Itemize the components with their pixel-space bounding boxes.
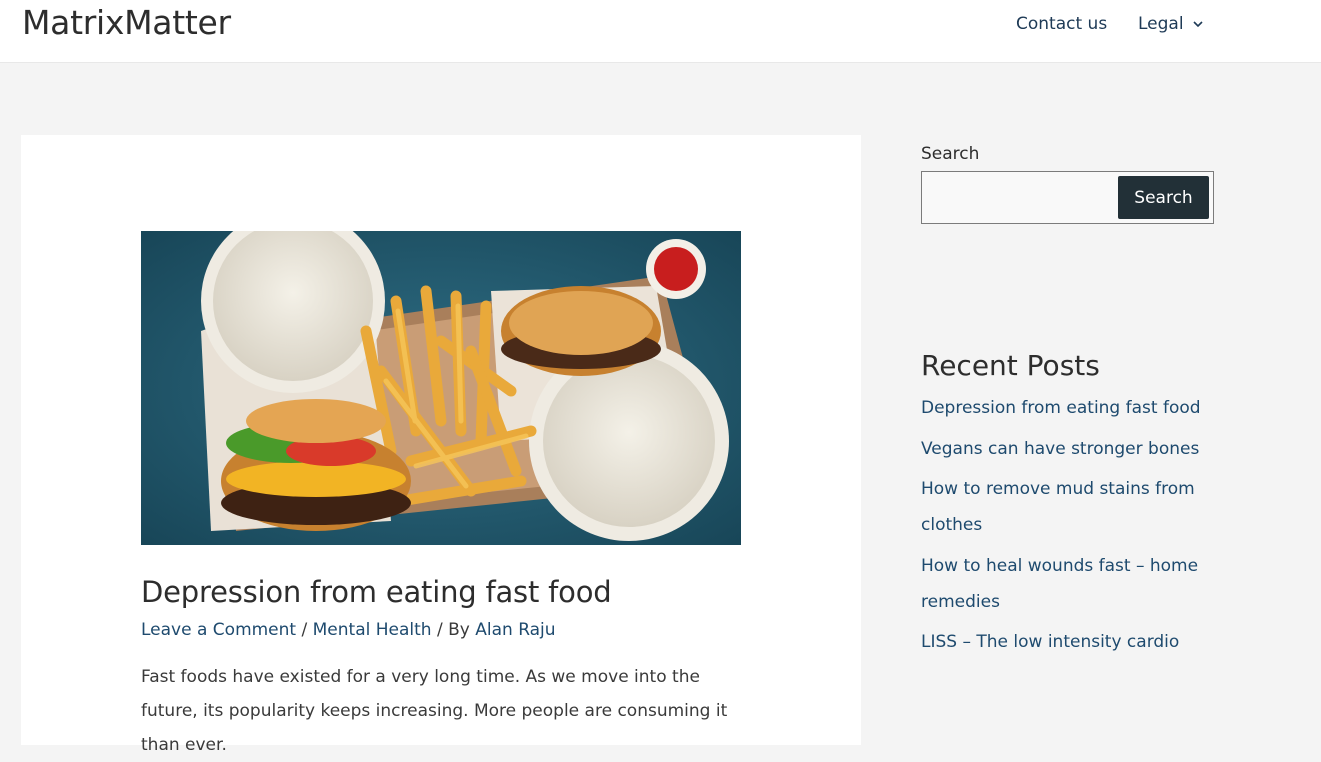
site-title[interactable]: MatrixMatter (22, 2, 231, 44)
post-title[interactable]: Depression from eating fast food (141, 571, 612, 613)
meta-by-label: / By (431, 620, 476, 640)
recent-posts-list: Depression from eating fast food Vegans … (921, 390, 1211, 665)
search-button[interactable]: Search (1118, 176, 1209, 219)
search-form: Search (921, 171, 1214, 224)
recent-post-link[interactable]: Depression from eating fast food (921, 390, 1211, 426)
recent-post-link[interactable]: Vegans can have stronger bones (921, 431, 1211, 467)
meta-separator: / (296, 620, 313, 640)
nav-item-contact[interactable]: Contact us (1016, 12, 1107, 36)
author-link[interactable]: Alan Raju (475, 620, 555, 640)
category-link[interactable]: Mental Health (313, 620, 432, 640)
recent-posts-heading: Recent Posts (921, 349, 1100, 382)
fast-food-illustration (141, 231, 741, 545)
leave-comment-link[interactable]: Leave a Comment (141, 620, 296, 640)
chevron-down-icon[interactable] (1192, 18, 1204, 30)
nav-item-legal[interactable]: Legal (1138, 12, 1184, 36)
article-card: Depression from eating fast food Leave a… (21, 135, 861, 755)
search-label: Search (921, 144, 980, 164)
site-header: MatrixMatter Contact us Legal (0, 0, 1321, 63)
recent-post-link[interactable]: LISS – The low intensity cardio (921, 624, 1211, 660)
recent-post-link[interactable]: How to heal wounds fast – home remedies (921, 548, 1211, 620)
post-meta: Leave a Comment / Mental Health / By Ala… (141, 618, 556, 642)
recent-post-link[interactable]: How to remove mud stains from clothes (921, 471, 1211, 543)
featured-image-fast-food[interactable] (141, 231, 741, 545)
search-input[interactable] (923, 173, 1129, 220)
post-excerpt: Fast foods have existed for a very long … (141, 667, 728, 755)
